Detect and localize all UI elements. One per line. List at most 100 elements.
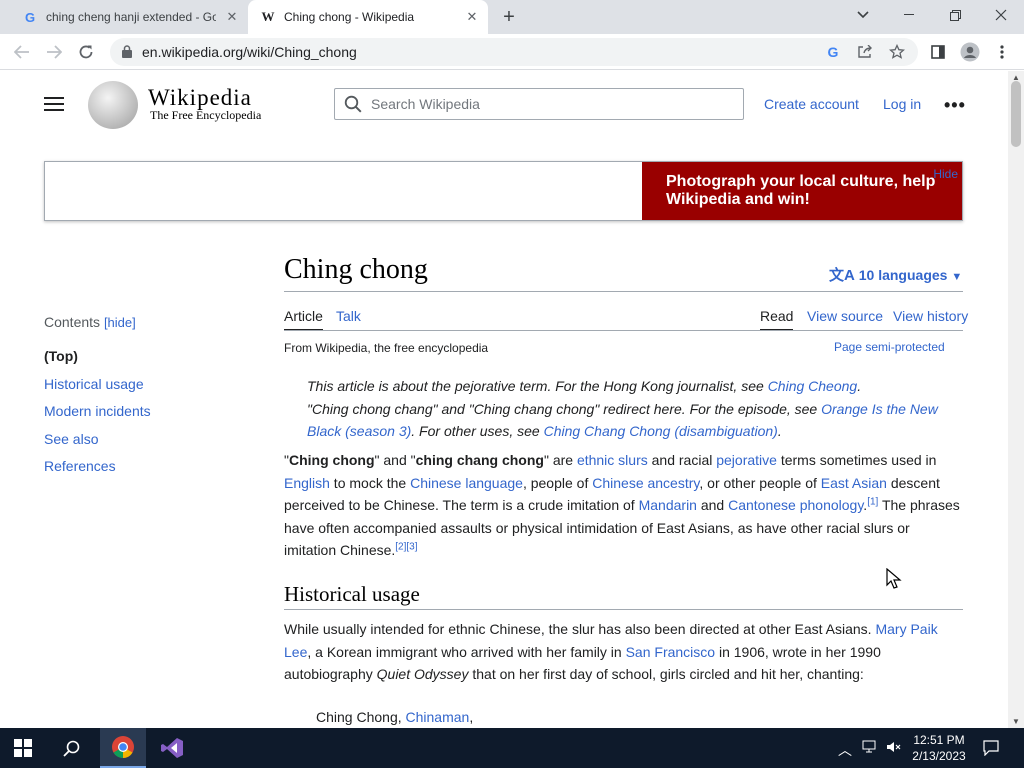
wikipedia-globe-logo[interactable] [88, 81, 138, 129]
toc-item-see-also[interactable]: See also [44, 431, 98, 447]
article-link[interactable]: ethnic slurs [577, 452, 648, 468]
toc-item-references[interactable]: References [44, 458, 116, 474]
forward-arrow-icon[interactable] [42, 40, 66, 64]
toc-item-top[interactable]: (Top) [44, 348, 78, 364]
back-arrow-icon[interactable] [10, 40, 34, 64]
tab-read[interactable]: Read [760, 308, 794, 331]
title-divider [284, 291, 963, 292]
toc-item-modern-incidents[interactable]: Modern incidents [44, 403, 151, 419]
scrollbar-thumb[interactable] [1011, 81, 1021, 147]
article-link[interactable]: Cantonese phonology [728, 497, 863, 513]
share-icon[interactable] [856, 43, 874, 61]
citation-link[interactable]: [2] [395, 541, 406, 552]
system-clock[interactable]: 12:51 PM 2/13/2023 [906, 732, 972, 764]
citation-link[interactable]: [3] [406, 541, 417, 552]
hatnote-link[interactable]: Ching Cheong [768, 378, 858, 394]
tab-title: ching cheng hanji extended - Go [46, 10, 216, 24]
google-lens-icon[interactable]: G [824, 43, 842, 61]
notifications-icon[interactable] [983, 740, 999, 759]
lead-paragraph: "Ching chong" and "ching chang chong" ar… [284, 452, 960, 558]
tab-google-search[interactable]: G ching cheng hanji extended - Go ✕ [8, 0, 248, 34]
tab-article[interactable]: Article [284, 308, 323, 331]
languages-label: 10 languages [858, 267, 948, 283]
browser-toolbar: en.wikipedia.org/wiki/Ching_chong G [0, 34, 1024, 70]
tab-wikipedia[interactable]: W Ching chong - Wikipedia ✕ [248, 0, 488, 34]
section-paragraph: While usually intended for ethnic Chines… [284, 621, 938, 682]
translate-icon: 文A [829, 267, 855, 284]
hatnote: This article is about the pejorative ter… [307, 378, 862, 394]
wikipedia-page: Wikipedia The Free Encyclopedia Create a… [0, 71, 1008, 728]
mouse-cursor-icon [886, 568, 902, 589]
banner-cta[interactable]: Photograph your local culture, help Wiki… [642, 162, 962, 220]
tab-title: Ching chong - Wikipedia [284, 10, 415, 24]
visual-studio-icon[interactable] [149, 728, 195, 768]
article-link[interactable]: Mandarin [639, 497, 697, 513]
search-input[interactable] [371, 94, 731, 114]
minimize-button[interactable] [886, 0, 932, 30]
article-link[interactable]: East Asian [821, 475, 887, 491]
hatnote: "Ching chong chang" and "Ching chang cho… [307, 401, 938, 439]
main-menu-icon[interactable] [44, 97, 64, 111]
tabs-divider [284, 330, 963, 331]
address-bar[interactable]: en.wikipedia.org/wiki/Ching_chong G [110, 38, 918, 66]
tab-talk[interactable]: Talk [336, 308, 361, 324]
side-panel-icon[interactable] [926, 40, 950, 64]
search-icon[interactable] [49, 728, 95, 768]
toc-title: Contents [44, 314, 101, 330]
article-link[interactable]: San Francisco [626, 644, 715, 660]
windows-taskbar: ︿ 12:51 PM 2/13/2023 [0, 728, 1024, 768]
semi-protected-icon[interactable]: Page semi-protected [834, 340, 945, 354]
tab-view-source[interactable]: View source [807, 308, 883, 324]
more-options-icon[interactable]: ••• [944, 95, 966, 116]
clock-time: 12:51 PM [913, 733, 965, 747]
tab-view-history[interactable]: View history [893, 308, 968, 324]
article-link[interactable]: English [284, 475, 330, 491]
close-window-button[interactable] [978, 0, 1024, 30]
windows-start-icon[interactable] [0, 728, 46, 768]
article-link[interactable]: Chinaman [406, 709, 470, 725]
close-tab-icon[interactable]: ✕ [224, 9, 240, 25]
show-hidden-icons-chevron-icon[interactable]: ︿ [838, 740, 852, 760]
reload-icon[interactable] [74, 40, 98, 64]
site-subtitle: From Wikipedia, the free encyclopedia [284, 341, 489, 355]
language-selector[interactable]: 文A 10 languages ▼ [829, 264, 962, 285]
browser-tab-strip: G ching cheng hanji extended - Go ✕ W Ch… [0, 0, 1024, 34]
close-tab-icon[interactable]: ✕ [464, 9, 480, 25]
toc-hide-button[interactable]: [hide] [104, 315, 136, 330]
google-g-icon: G [24, 9, 36, 25]
volume-muted-icon[interactable] [886, 740, 902, 757]
wikipedia-tagline: The Free Encyclopedia [150, 108, 262, 122]
chrome-menu-icon[interactable] [990, 40, 1014, 64]
page-title: Ching chong [284, 254, 428, 285]
profile-avatar-icon[interactable] [958, 40, 982, 64]
search-box[interactable] [334, 88, 744, 120]
page-scrollbar[interactable]: ▲ ▼ [1008, 71, 1024, 728]
clock-date: 2/13/2023 [912, 749, 966, 763]
network-icon[interactable] [862, 740, 878, 757]
wikipedia-w-icon: W [261, 9, 275, 24]
log-in-link[interactable]: Log in [883, 96, 921, 112]
lock-icon [122, 45, 132, 58]
hatnote-link[interactable]: Ching Chang Chong (disambiguation) [544, 423, 778, 439]
url-text: en.wikipedia.org/wiki/Ching_chong [142, 44, 357, 60]
new-tab-button[interactable]: + [498, 7, 520, 29]
search-icon [344, 95, 362, 113]
bookmark-star-icon[interactable] [888, 43, 906, 61]
restore-button[interactable] [932, 0, 978, 30]
create-account-link[interactable]: Create account [764, 96, 859, 112]
article-link[interactable]: Chinese ancestry [592, 475, 699, 491]
fundraising-banner: Photograph your local culture, help Wiki… [44, 161, 963, 221]
scroll-down-icon[interactable]: ▼ [1012, 717, 1020, 726]
section-heading-historical-usage: Historical usage [284, 582, 420, 606]
toc-item-historical-usage[interactable]: Historical usage [44, 376, 144, 392]
chevron-down-icon: ▼ [951, 271, 963, 283]
section-divider [284, 609, 963, 610]
block-quote: Ching Chong, Chinaman, [316, 709, 474, 725]
banner-message: Photograph your local culture, help Wiki… [666, 173, 936, 208]
article-link[interactable]: pejorative [716, 452, 777, 468]
banner-hide-button[interactable]: Hide [933, 167, 958, 181]
citation-link[interactable]: [1] [867, 496, 878, 507]
tab-search-chevron-icon[interactable] [840, 0, 886, 30]
chrome-taskbar-icon[interactable] [100, 728, 146, 768]
article-link[interactable]: Chinese language [410, 475, 523, 491]
